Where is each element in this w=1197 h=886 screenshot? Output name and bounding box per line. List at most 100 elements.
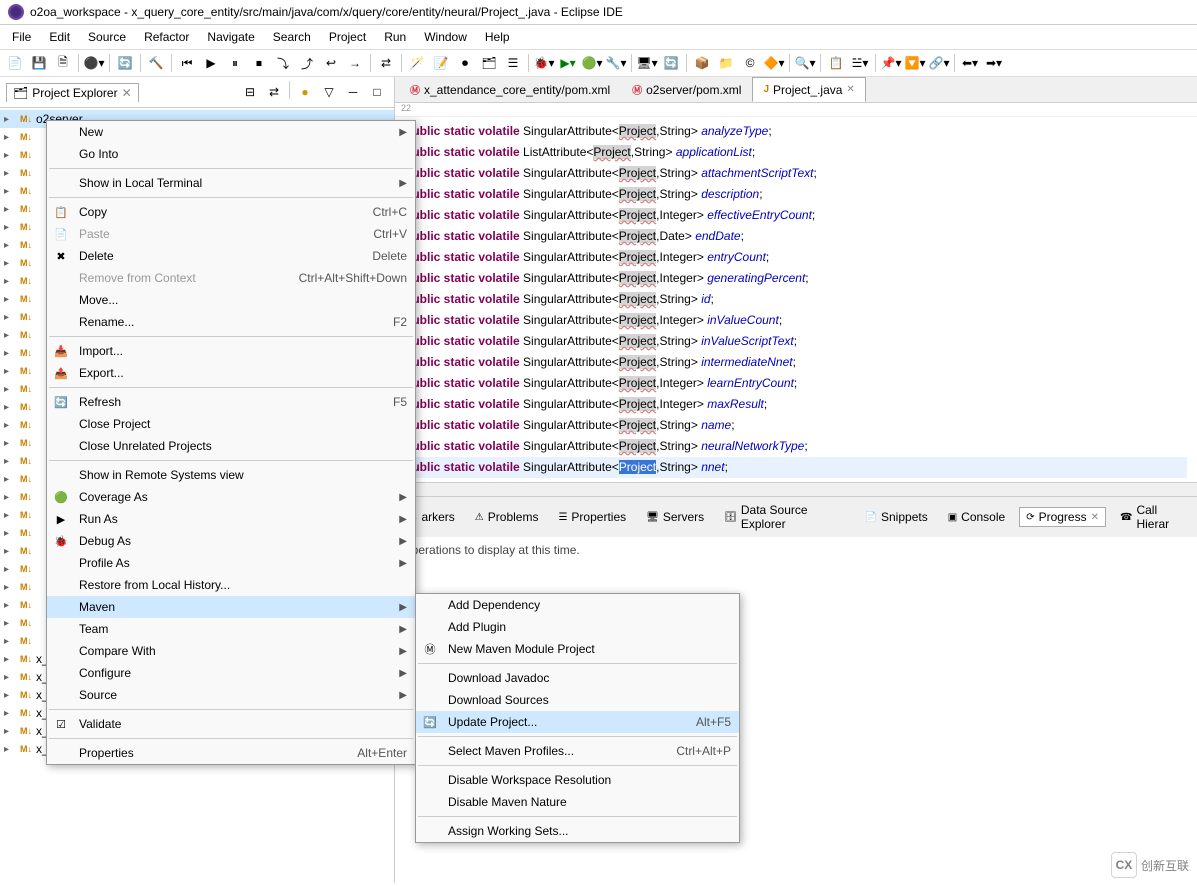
expand-arrow-icon[interactable]: ▸ [4, 528, 16, 539]
menu-item-import[interactable]: 📥Import... [47, 340, 415, 362]
menu-item-refresh[interactable]: 🔄RefreshF5 [47, 391, 415, 413]
expand-arrow-icon[interactable]: ▸ [4, 492, 16, 503]
expand-arrow-icon[interactable]: ▸ [4, 564, 16, 575]
expand-arrow-icon[interactable]: ▸ [4, 726, 16, 737]
step-over-icon[interactable]: ⤴ [296, 52, 318, 74]
expand-arrow-icon[interactable]: ▸ [4, 276, 16, 287]
link-editor-icon[interactable]: ⇄ [263, 81, 285, 103]
wand-icon[interactable]: 🪄 [406, 52, 428, 74]
code-line[interactable]: public static volatile SingularAttribute… [405, 415, 1187, 436]
code-line[interactable]: public static volatile SingularAttribute… [405, 352, 1187, 373]
menu-edit[interactable]: Edit [41, 27, 78, 47]
ext-tools-icon[interactable]: 🔧▾ [605, 52, 627, 74]
filter2-icon[interactable]: 🔽▾ [904, 52, 926, 74]
menu-navigate[interactable]: Navigate [199, 27, 262, 47]
link-icon[interactable]: 🔗▾ [928, 52, 950, 74]
code-line[interactable]: public static volatile SingularAttribute… [405, 436, 1187, 457]
outline-icon[interactable]: ☱▾ [849, 52, 871, 74]
menu-item-export[interactable]: 📤Export... [47, 362, 415, 384]
switch-icon[interactable]: 🔄 [114, 52, 136, 74]
menu-window[interactable]: Window [416, 27, 475, 47]
menu-item-disable-maven-nature[interactable]: Disable Maven Nature [416, 791, 739, 813]
back-icon[interactable]: ⬅▾ [959, 52, 981, 74]
menu-item-move[interactable]: Move... [47, 289, 415, 311]
menu-item-profile-as[interactable]: Profile As▶ [47, 552, 415, 574]
menu-item-compare-with[interactable]: Compare With▶ [47, 640, 415, 662]
code-line[interactable]: public static volatile SingularAttribute… [405, 247, 1187, 268]
pin-icon[interactable]: 📌▾ [880, 52, 902, 74]
server-icon[interactable]: 🖥▾ [636, 52, 658, 74]
tab-close-icon[interactable]: ✕ [122, 86, 132, 100]
menu-run[interactable]: Run [376, 27, 414, 47]
menu-item-go-into[interactable]: Go Into [47, 143, 415, 165]
code-line[interactable]: public static volatile SingularAttribute… [405, 184, 1187, 205]
expand-arrow-icon[interactable]: ▸ [4, 546, 16, 557]
menu-item-coverage-as[interactable]: 🟢Coverage As▶ [47, 486, 415, 508]
build-icon[interactable]: 🔨 [145, 52, 167, 74]
focus-icon[interactable]: ● [294, 81, 316, 103]
menu-item-disable-workspace-resolution[interactable]: Disable Workspace Resolution [416, 769, 739, 791]
code-line[interactable]: public static volatile SingularAttribute… [405, 394, 1187, 415]
maven-submenu[interactable]: Add DependencyAdd PluginⓂNew Maven Modul… [415, 593, 740, 843]
menu-item-close-project[interactable]: Close Project [47, 413, 415, 435]
bottom-tab-progress[interactable]: ⟳Progress ✕ [1019, 507, 1106, 527]
expand-arrow-icon[interactable]: ▸ [4, 474, 16, 485]
expand-arrow-icon[interactable]: ▸ [4, 438, 16, 449]
menu-project[interactable]: Project [321, 27, 374, 47]
menu-item-configure[interactable]: Configure▶ [47, 662, 415, 684]
collapse-all-icon[interactable]: ⊟ [239, 81, 261, 103]
menu-item-add-plugin[interactable]: Add Plugin [416, 616, 739, 638]
menu-item-validate[interactable]: ☑Validate [47, 713, 415, 735]
menu-item-assign-working-sets[interactable]: Assign Working Sets... [416, 820, 739, 842]
menu-item-copy[interactable]: 📋CopyCtrl+C [47, 201, 415, 223]
menu-item-show-in-remote-systems-view[interactable]: Show in Remote Systems view [47, 464, 415, 486]
menu-item-close-unrelated-projects[interactable]: Close Unrelated Projects [47, 435, 415, 457]
menu-item-debug-as[interactable]: 🐞Debug As▶ [47, 530, 415, 552]
doc-icon[interactable]: 📝 [430, 52, 452, 74]
menu-source[interactable]: Source [80, 27, 134, 47]
server-restart-icon[interactable]: 🔄 [660, 52, 682, 74]
expand-arrow-icon[interactable]: ▸ [4, 132, 16, 143]
expand-arrow-icon[interactable]: ▸ [4, 636, 16, 647]
menu-item-maven[interactable]: Maven▶ [47, 596, 415, 618]
save-all-icon[interactable]: 🗎 [52, 52, 74, 74]
config-icon[interactable]: 🗂 [478, 52, 500, 74]
expand-arrow-icon[interactable]: ▸ [4, 384, 16, 395]
project-context-menu[interactable]: New▶Go IntoShow in Local Terminal▶📋CopyC… [46, 120, 416, 765]
expand-arrow-icon[interactable]: ▸ [4, 204, 16, 215]
new-class-icon[interactable]: © [739, 52, 761, 74]
skip-back-icon[interactable]: ⏮ [176, 52, 198, 74]
code-line[interactable]: public static volatile SingularAttribute… [405, 373, 1187, 394]
menu-item-update-project[interactable]: 🔄Update Project...Alt+F5 [416, 711, 739, 733]
code-line[interactable]: public static volatile SingularAttribute… [405, 268, 1187, 289]
step-return-icon[interactable]: ↩ [320, 52, 342, 74]
bottom-tab-snippets[interactable]: 📄Snippets [859, 508, 934, 526]
expand-arrow-icon[interactable]: ▸ [4, 582, 16, 593]
expand-arrow-icon[interactable]: ▸ [4, 348, 16, 359]
bottom-tab-console[interactable]: ▣Console [942, 508, 1011, 526]
menu-item-run-as[interactable]: ▶Run As▶ [47, 508, 415, 530]
new-type-icon[interactable]: 🔶▾ [763, 52, 785, 74]
expand-arrow-icon[interactable]: ▸ [4, 222, 16, 233]
bottom-tab-properties[interactable]: ☰Properties [552, 508, 632, 526]
toggle-icon[interactable]: ⚫▾ [83, 52, 105, 74]
run-dropdown-icon[interactable]: ▶▾ [557, 52, 579, 74]
code-line[interactable]: public static volatile SingularAttribute… [405, 121, 1187, 142]
menu-help[interactable]: Help [477, 27, 518, 47]
expand-arrow-icon[interactable]: ▸ [4, 672, 16, 683]
new-folder-icon[interactable]: 📁 [715, 52, 737, 74]
bottom-tab-problems[interactable]: ⚠Problems [469, 508, 545, 526]
menu-file[interactable]: File [4, 27, 39, 47]
menu-refactor[interactable]: Refactor [136, 27, 197, 47]
pause-icon[interactable]: ⏸ [224, 52, 246, 74]
new-icon[interactable]: 📄 [4, 52, 26, 74]
close-icon[interactable]: ✕ [1091, 512, 1099, 523]
editor-tab[interactable]: JProject_.java✕ [752, 77, 865, 102]
menu-item-select-maven-profiles[interactable]: Select Maven Profiles...Ctrl+Alt+P [416, 740, 739, 762]
code-line[interactable]: public static volatile SingularAttribute… [405, 205, 1187, 226]
align-icon[interactable]: ☰ [502, 52, 524, 74]
task-icon[interactable]: 📋 [825, 52, 847, 74]
expand-arrow-icon[interactable]: ▸ [4, 600, 16, 611]
menu-item-show-in-local-terminal[interactable]: Show in Local Terminal▶ [47, 172, 415, 194]
bottom-tab-data-source-explorer[interactable]: 🗄Data Source Explorer [718, 501, 850, 533]
